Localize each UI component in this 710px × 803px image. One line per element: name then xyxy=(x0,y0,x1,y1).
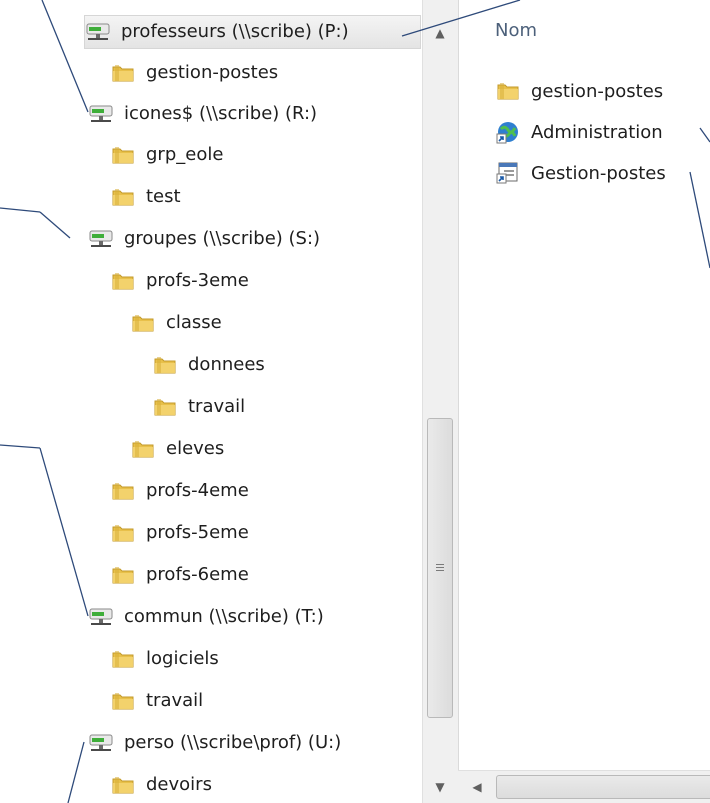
tree-item-label: groupes (\\scribe) (S:) xyxy=(124,228,321,249)
tree-item-profs-4eme[interactable]: profs-4eme xyxy=(110,474,249,508)
tree-item-logiciels[interactable]: logiciels xyxy=(110,642,219,676)
file-item-administration[interactable]: Administration xyxy=(495,117,663,147)
network-drive-icon xyxy=(88,732,114,754)
tree-item-professeurs-drive[interactable]: professeurs (\\scribe) (P:) xyxy=(84,15,421,49)
scroll-grip-icon xyxy=(436,562,444,573)
folder-icon xyxy=(110,480,136,502)
tree-item-label: eleves xyxy=(166,438,225,459)
folder-icon xyxy=(130,312,156,334)
file-item-label: Gestion-postes xyxy=(531,162,666,184)
tree-item-label: commun (\\scribe) (T:) xyxy=(124,606,324,627)
tree-item-profs-3eme[interactable]: profs-3eme xyxy=(110,264,249,298)
tree-item-label: professeurs (\\scribe) (P:) xyxy=(121,21,349,42)
tree-item-label: grp_eole xyxy=(146,144,224,165)
tree-item-label: icones$ (\\scribe) (R:) xyxy=(124,103,318,124)
tree-item-label: profs-4eme xyxy=(146,480,249,501)
tree-item-label: test xyxy=(146,186,181,207)
window-shortcut-icon xyxy=(495,162,521,184)
tree-item-icones-drive[interactable]: icones$ (\\scribe) (R:) xyxy=(88,97,317,131)
folder-icon xyxy=(152,396,178,418)
file-item-label: Administration xyxy=(531,121,663,143)
tree-item-profs-6eme[interactable]: profs-6eme xyxy=(110,558,249,592)
tree-item-commun-drive[interactable]: commun (\\scribe) (T:) xyxy=(88,600,324,634)
vertical-scroll-thumb[interactable] xyxy=(427,418,453,718)
folder-icon xyxy=(110,690,136,712)
folder-icon xyxy=(110,648,136,670)
horizontal-scroll-thumb[interactable] xyxy=(496,775,710,799)
tree-item-eleves[interactable]: eleves xyxy=(130,432,224,466)
tree-item-label: devoirs xyxy=(146,774,212,795)
scroll-left-arrow-icon[interactable]: ◀ xyxy=(464,775,490,799)
content-horizontal-scrollbar[interactable]: ◀ xyxy=(458,770,710,803)
tree-item-label: gestion-postes xyxy=(146,62,279,83)
tree-item-perso-drive[interactable]: perso (\\scribe\prof) (U:) xyxy=(88,726,341,760)
folder-icon xyxy=(130,438,156,460)
network-drive-icon xyxy=(85,21,111,43)
tree-item-devoirs[interactable]: devoirs xyxy=(110,768,212,802)
tree-item-label: classe xyxy=(166,312,222,333)
tree-item-donnees[interactable]: donnees xyxy=(152,348,265,382)
tree-item-label: profs-3eme xyxy=(146,270,249,291)
tree-item-groupes-drive[interactable]: groupes (\\scribe) (S:) xyxy=(88,222,320,256)
globe-shortcut-icon xyxy=(495,121,521,144)
folder-icon xyxy=(110,522,136,544)
tree-item-label: travail xyxy=(188,396,246,417)
tree-item-gestion-postes[interactable]: gestion-postes xyxy=(110,56,278,90)
tree-item-label: profs-6eme xyxy=(146,564,249,585)
folder-tree[interactable]: professeurs (\\scribe) (P:) gestion-post… xyxy=(0,0,422,803)
tree-item-travail-commun[interactable]: travail xyxy=(110,684,203,718)
folder-icon xyxy=(110,186,136,208)
tree-item-label: profs-5eme xyxy=(146,522,249,543)
tree-item-label: perso (\\scribe\prof) (U:) xyxy=(124,732,342,753)
scroll-down-arrow-icon[interactable]: ▼ xyxy=(423,772,457,802)
network-drive-icon xyxy=(88,606,114,628)
folder-icon xyxy=(110,62,136,84)
file-item-gestion-postes-shortcut[interactable]: Gestion-postes xyxy=(495,158,666,188)
scroll-up-arrow-icon[interactable]: ▲ xyxy=(423,18,457,48)
folder-icon xyxy=(495,80,521,102)
tree-item-profs-5eme[interactable]: profs-5eme xyxy=(110,516,249,550)
folder-icon xyxy=(110,144,136,166)
tree-item-test[interactable]: test xyxy=(110,180,181,214)
folder-icon xyxy=(110,270,136,292)
tree-item-grp-eole[interactable]: grp_eole xyxy=(110,138,223,172)
tree-item-label: travail xyxy=(146,690,204,711)
network-drive-icon xyxy=(88,103,114,125)
folder-icon xyxy=(110,774,136,796)
column-header-name[interactable]: Nom xyxy=(495,20,537,41)
file-item-gestion-postes[interactable]: gestion-postes xyxy=(495,76,663,106)
tree-item-label: logiciels xyxy=(146,648,219,669)
tree-item-travail[interactable]: travail xyxy=(152,390,245,424)
folder-icon xyxy=(110,564,136,586)
content-pane[interactable]: Nom gestion-postes Administration Gestio… xyxy=(458,0,710,803)
network-drive-icon xyxy=(88,228,114,250)
file-item-label: gestion-postes xyxy=(531,80,664,102)
tree-item-classe[interactable]: classe xyxy=(130,306,222,340)
tree-vertical-scrollbar[interactable]: ▲ ▼ xyxy=(422,0,458,803)
tree-item-label: donnees xyxy=(188,354,265,375)
folder-icon xyxy=(152,354,178,376)
